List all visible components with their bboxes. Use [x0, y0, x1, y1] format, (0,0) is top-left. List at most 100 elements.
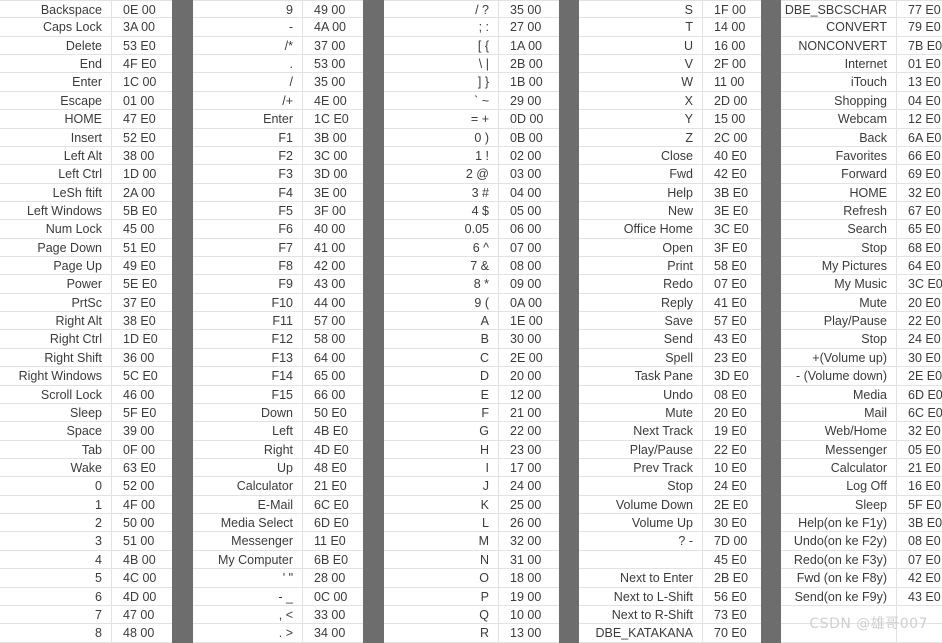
table-row[interactable]: 7 & 08 00: [384, 257, 559, 276]
scan-code-cell[interactable]: 27 00: [499, 18, 559, 35]
scan-code-cell[interactable]: 35 00: [499, 1, 559, 17]
key-name-cell[interactable]: 7: [0, 605, 112, 624]
scan-code-cell[interactable]: 50 E0: [303, 404, 363, 421]
key-name-cell[interactable]: F: [384, 403, 499, 422]
scan-code-cell[interactable]: 10 00: [499, 606, 559, 623]
key-name-cell[interactable]: - _: [193, 587, 303, 605]
scan-code-cell[interactable]: 46 00: [112, 386, 172, 403]
scan-code-cell[interactable]: 24 E0: [897, 330, 942, 347]
table-row[interactable]: Right Alt 38 E0: [0, 312, 172, 331]
table-row[interactable]: Page Up 49 E0: [0, 257, 172, 276]
scan-code-cell[interactable]: 0F 00: [112, 441, 172, 458]
scan-code-cell[interactable]: 40 E0: [703, 147, 761, 164]
scan-code-cell[interactable]: 5B E0: [112, 202, 172, 219]
key-name-cell[interactable]: NONCONVERT: [781, 36, 897, 55]
scan-code-cell[interactable]: [897, 624, 942, 641]
scan-code-cell[interactable]: 73 E0: [703, 606, 761, 623]
table-row[interactable]: Escape 01 00: [0, 91, 172, 111]
key-name-cell[interactable]: Right Alt: [0, 312, 112, 330]
scan-code-cell[interactable]: 11 00: [703, 73, 761, 90]
table-row[interactable]: N 31 00: [384, 550, 559, 570]
key-name-cell[interactable]: Media Select: [193, 514, 303, 532]
scan-code-cell[interactable]: 2E E0: [703, 496, 761, 513]
table-row[interactable]: Page Down 51 E0: [0, 238, 172, 258]
key-name-cell[interactable]: Office Home: [579, 220, 703, 238]
scan-code-cell[interactable]: 2B 00: [499, 55, 559, 72]
scan-code-cell[interactable]: 39 00: [112, 422, 172, 439]
scan-code-cell[interactable]: 3E E0: [703, 202, 761, 219]
scan-code-cell[interactable]: 53 00: [303, 55, 363, 72]
key-name-cell[interactable]: O: [384, 569, 499, 587]
scan-code-cell[interactable]: 5E E0: [112, 275, 172, 292]
scan-code-cell[interactable]: 42 E0: [897, 569, 942, 586]
table-row[interactable]: ' " 28 00: [193, 569, 363, 588]
key-name-cell[interactable]: ' ": [193, 569, 303, 587]
table-row[interactable]: Right 4D E0: [193, 440, 363, 459]
key-name-cell[interactable]: Up: [193, 458, 303, 477]
key-name-cell[interactable]: 3 #: [384, 183, 499, 201]
table-row[interactable]: Redo(on ke F3y) 07 E0: [781, 550, 942, 570]
table-row[interactable]: A 1E 00: [384, 312, 559, 331]
key-name-cell[interactable]: Volume Up: [579, 514, 703, 532]
key-name-cell[interactable]: Fwd: [579, 165, 703, 183]
scan-code-cell[interactable]: 45 00: [112, 220, 172, 237]
key-name-cell[interactable]: Web/Home: [781, 422, 897, 440]
key-name-cell[interactable]: F10: [193, 293, 303, 312]
table-row[interactable]: Send 43 E0: [579, 330, 761, 349]
key-name-cell[interactable]: 7 &: [384, 257, 499, 275]
scan-code-cell[interactable]: 23 E0: [703, 349, 761, 366]
scan-code-cell[interactable]: 64 00: [303, 349, 363, 366]
scan-code-cell[interactable]: 05 E0: [897, 441, 942, 458]
key-name-cell[interactable]: F6: [193, 220, 303, 238]
table-row[interactable]: DBE_SBCSCHAR 77 E0: [781, 0, 942, 19]
key-name-cell[interactable]: PrtSc: [0, 293, 112, 312]
table-row[interactable]: NONCONVERT 7B E0: [781, 36, 942, 56]
key-name-cell[interactable]: 4: [0, 550, 112, 569]
table-row[interactable]: = +0D 00: [384, 110, 559, 129]
scan-code-cell[interactable]: 02 00: [499, 147, 559, 164]
scan-code-cell[interactable]: 58 00: [303, 330, 363, 347]
table-row[interactable]: Enter 1C E0: [193, 110, 363, 129]
table-row[interactable]: iTouch 13 E0: [781, 73, 942, 92]
key-name-cell[interactable]: Back: [781, 128, 897, 146]
scan-code-cell[interactable]: 0C 00: [303, 588, 363, 605]
key-name-cell[interactable]: T: [579, 18, 703, 36]
table-row[interactable]: F9 43 00: [193, 275, 363, 294]
table-row[interactable]: My Pictures 64 E0: [781, 257, 942, 276]
table-row[interactable]: New 3E E0: [579, 201, 761, 221]
scan-code-cell[interactable]: 24 00: [499, 477, 559, 494]
table-row[interactable]: ? -7D 00: [579, 532, 761, 551]
scan-code-cell[interactable]: 03 00: [499, 165, 559, 182]
table-row[interactable]: Task Pane 3D E0: [579, 367, 761, 386]
key-name-cell[interactable]: J: [384, 477, 499, 495]
table-row[interactable]: Web/Home 32 E0: [781, 422, 942, 441]
scan-code-cell[interactable]: 11 E0: [303, 532, 363, 549]
scan-code-cell[interactable]: 38 E0: [112, 312, 172, 329]
table-row[interactable]: 2 50 00: [0, 514, 172, 533]
scan-code-cell[interactable]: 65 00: [303, 367, 363, 384]
table-row[interactable]: Forward 69 E0: [781, 165, 942, 184]
table-row[interactable]: Save 57 E0: [579, 312, 761, 331]
table-row[interactable]: Stop 24 E0: [579, 477, 761, 496]
table-row[interactable]: /35 00: [193, 73, 363, 92]
key-name-cell[interactable]: [579, 550, 703, 569]
key-name-cell[interactable]: ; :: [384, 18, 499, 36]
scan-code-cell[interactable]: 4B 00: [112, 551, 172, 568]
scan-code-cell[interactable]: 4B E0: [303, 422, 363, 439]
table-row[interactable]: Tab 0F 00: [0, 440, 172, 459]
table-row[interactable]: Enter 1C 00: [0, 73, 172, 92]
table-row[interactable]: F3 3D 00: [193, 165, 363, 184]
key-name-cell[interactable]: Reply: [579, 293, 703, 312]
table-row[interactable]: Media 6D E0: [781, 385, 942, 404]
table-row[interactable]: Left Ctrl 1D 00: [0, 165, 172, 184]
scan-code-cell[interactable]: 17 00: [499, 459, 559, 476]
scan-code-cell[interactable]: 63 E0: [112, 459, 172, 476]
scan-code-cell[interactable]: 05 00: [499, 202, 559, 219]
key-name-cell[interactable]: Internet: [781, 55, 897, 73]
table-row[interactable]: Z 2C 00: [579, 128, 761, 147]
key-name-cell[interactable]: Space: [0, 422, 112, 440]
scan-code-cell[interactable]: 01 E0: [897, 55, 942, 72]
scan-code-cell[interactable]: 48 E0: [303, 459, 363, 476]
table-row[interactable]: Num Lock 45 00: [0, 220, 172, 239]
key-name-cell[interactable]: Backspace: [0, 1, 112, 18]
